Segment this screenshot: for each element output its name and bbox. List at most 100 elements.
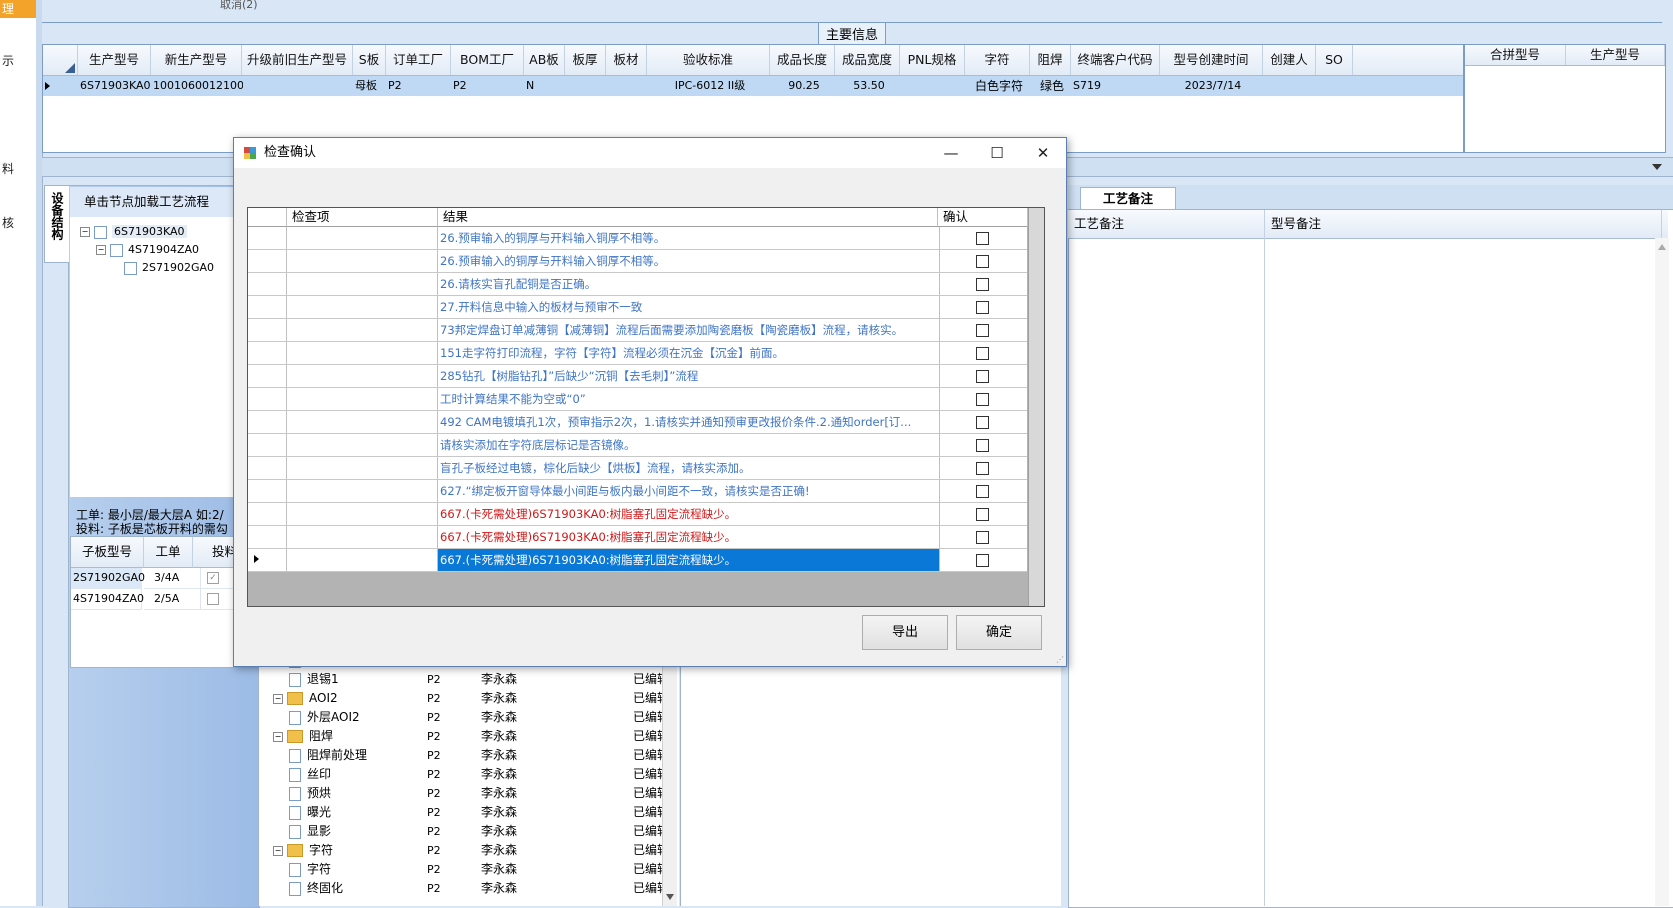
table-row[interactable]: 请核实添加在字符底层标记是否镜像。	[248, 434, 1027, 457]
resize-grip-icon[interactable]: ⋰	[1056, 656, 1064, 664]
row-header[interactable]	[248, 227, 287, 249]
cell[interactable]: 53.50	[835, 76, 901, 96]
col-header[interactable]: BOM工厂	[451, 45, 524, 75]
confirm-cell[interactable]	[938, 503, 1027, 525]
process-row[interactable]: 丝印 P2 李永森 已编辑	[259, 765, 669, 784]
confirm-checkbox[interactable]	[976, 324, 989, 337]
check-item-cell[interactable]	[287, 342, 438, 364]
check-item-cell[interactable]	[287, 434, 438, 456]
confirm-cell[interactable]	[938, 365, 1027, 387]
table-row[interactable]: 26.预审输入的铜厚与开料输入铜厚不相等。	[248, 250, 1027, 273]
collapse-icon[interactable]: −	[80, 227, 90, 237]
grid-scrollbar[interactable]	[1028, 208, 1044, 606]
col-header[interactable]: SO	[1316, 45, 1353, 75]
table-row[interactable]: 6S71903KA0 10010600121000 母板 P2 P2 N IPC…	[43, 76, 1463, 96]
row-header[interactable]	[248, 296, 287, 318]
confirm-cell[interactable]	[938, 549, 1027, 571]
confirm-cell[interactable]	[938, 388, 1027, 410]
cell[interactable]: 10010600121000	[151, 76, 243, 96]
result-cell[interactable]: 492 CAM电镀填孔1次，预审指示2次，1.请核实并通知预审更改报价条件.2.…	[438, 411, 940, 433]
table-row[interactable]: 627.“绑定板开窗导体最小间距与板内最小间距不一致，请核实是否正确!	[248, 480, 1027, 503]
col-header[interactable]: 生产型号	[78, 45, 151, 75]
process-row[interactable]: 字符 P2 李永森 已编辑	[259, 860, 669, 879]
check-item-cell[interactable]	[287, 526, 438, 548]
table-row[interactable]: 667.(卡死需处理)6S71903KA0:树脂塞孔固定流程缺少。	[248, 526, 1027, 549]
table-row[interactable]: 26.请核实盲孔配铜是否正确。	[248, 273, 1027, 296]
table-row[interactable]: 26.预审输入的铜厚与开料输入铜厚不相等。	[248, 227, 1027, 250]
process-row[interactable]: 曝光 P2 李永森 已编辑	[259, 803, 669, 822]
collapse-icon[interactable]: −	[273, 693, 283, 704]
cell[interactable]: 母板	[353, 76, 387, 96]
col-header[interactable]: S板	[353, 45, 386, 75]
cell[interactable]	[606, 76, 648, 96]
check-item-cell[interactable]	[287, 273, 438, 295]
check-item-cell[interactable]	[287, 319, 438, 341]
col-header[interactable]: 验收标准	[647, 45, 770, 75]
cell[interactable]	[1263, 76, 1317, 96]
result-cell[interactable]: 285钻孔【树脂钻孔】”后缺少“沉铜【去毛刺】”流程	[438, 365, 940, 387]
col-header[interactable]: 工单	[144, 537, 193, 568]
confirm-checkbox[interactable]	[976, 232, 989, 245]
row-header[interactable]	[248, 503, 287, 525]
table-row[interactable]: 73邦定焊盘订单减薄铜【减薄铜】流程后面需要添加陶瓷磨板【陶瓷磨板】流程，请核实…	[248, 319, 1027, 342]
export-button[interactable]: 导出	[862, 615, 948, 650]
confirm-checkbox[interactable]	[976, 554, 989, 567]
confirm-cell[interactable]	[938, 457, 1027, 479]
check-item-cell[interactable]	[287, 365, 438, 387]
result-cell[interactable]: 73邦定焊盘订单减薄铜【减薄铜】流程后面需要添加陶瓷磨板【陶瓷磨板】流程，请核实…	[438, 319, 940, 341]
cell[interactable]: 白色字符	[965, 76, 1031, 96]
col-header[interactable]: 成品宽度	[835, 45, 900, 75]
process-row[interactable]: 阻焊前处理 P2 李永森 已编辑	[259, 746, 669, 765]
process-row[interactable]: 外层AOI2 P2 李永森 已编辑	[259, 708, 669, 727]
confirm-cell[interactable]	[938, 342, 1027, 364]
table-row[interactable]: 667.(卡死需处理)6S71903KA0:树脂塞孔固定流程缺少。	[248, 503, 1027, 526]
cell[interactable]: 6S71903KA0	[78, 76, 152, 96]
row-header[interactable]	[248, 388, 287, 410]
row-header[interactable]	[248, 250, 287, 272]
cell[interactable]	[242, 76, 354, 96]
process-row[interactable]: 终固化 P2 李永森 已编辑	[259, 879, 669, 898]
row-header[interactable]	[248, 411, 287, 433]
result-cell[interactable]: 27.开料信息中输入的板材与预审不一致	[438, 296, 940, 318]
close-button[interactable]: ✕	[1020, 138, 1066, 168]
cell[interactable]: 90.25	[770, 76, 836, 96]
col-header[interactable]: 板厚	[565, 45, 606, 75]
confirm-checkbox[interactable]	[976, 255, 989, 268]
col-header[interactable]: 确认	[938, 208, 1028, 227]
process-row[interactable]: − AOI2 P2 李永森 已编辑	[259, 689, 669, 708]
confirm-cell[interactable]	[938, 319, 1027, 341]
col-header[interactable]: 子板型号	[71, 537, 144, 568]
confirm-cell[interactable]	[938, 250, 1027, 272]
process-row[interactable]: − 阻焊 P2 李永森 已编辑	[259, 727, 669, 746]
col-header[interactable]: PNL规格	[900, 45, 965, 75]
check-item-cell[interactable]	[287, 503, 438, 525]
notes-divider[interactable]	[1264, 238, 1265, 906]
notes-scrollbar[interactable]	[1655, 238, 1669, 906]
cell[interactable]	[1316, 76, 1354, 96]
process-scrollbar[interactable]	[662, 650, 677, 906]
result-cell[interactable]: 667.(卡死需处理)6S71903KA0:树脂塞孔固定流程缺少。	[438, 503, 940, 525]
result-cell[interactable]: 盲孔子板经过电镀，棕化后缺少【烘板】流程，请核实添加。	[438, 457, 940, 479]
confirm-checkbox[interactable]	[976, 301, 989, 314]
row-header[interactable]	[248, 526, 287, 548]
process-row[interactable]: 显影 P2 李永森 已编辑	[259, 822, 669, 841]
col-header[interactable]: 板材	[606, 45, 647, 75]
table-row[interactable]: 151走字符打印流程，字符【字符】流程必须在沉金【沉金】前面。	[248, 342, 1027, 365]
result-cell[interactable]: 26.预审输入的铜厚与开料输入铜厚不相等。	[438, 250, 940, 272]
ok-button[interactable]: 确定	[956, 615, 1042, 650]
check-item-cell[interactable]	[287, 411, 438, 433]
result-cell[interactable]: 请核实添加在字符底层标记是否镜像。	[438, 434, 940, 456]
confirm-checkbox[interactable]	[976, 531, 989, 544]
row-header[interactable]	[248, 434, 287, 456]
confirm-checkbox[interactable]	[976, 485, 989, 498]
result-cell[interactable]: 26.请核实盲孔配铜是否正确。	[438, 273, 940, 295]
row-header[interactable]	[248, 480, 287, 502]
row-header[interactable]	[248, 319, 287, 341]
cell[interactable]: 2S71902GA0	[71, 568, 145, 589]
col-header[interactable]: 检查项	[287, 208, 438, 227]
confirm-checkbox[interactable]	[976, 508, 989, 521]
result-cell[interactable]: 667.(卡死需处理)6S71903KA0:树脂塞孔固定流程缺少。	[438, 549, 940, 571]
cell[interactable]	[900, 76, 966, 96]
col-header[interactable]: 型号备注	[1265, 210, 1662, 238]
cell[interactable]: P2	[386, 76, 452, 96]
